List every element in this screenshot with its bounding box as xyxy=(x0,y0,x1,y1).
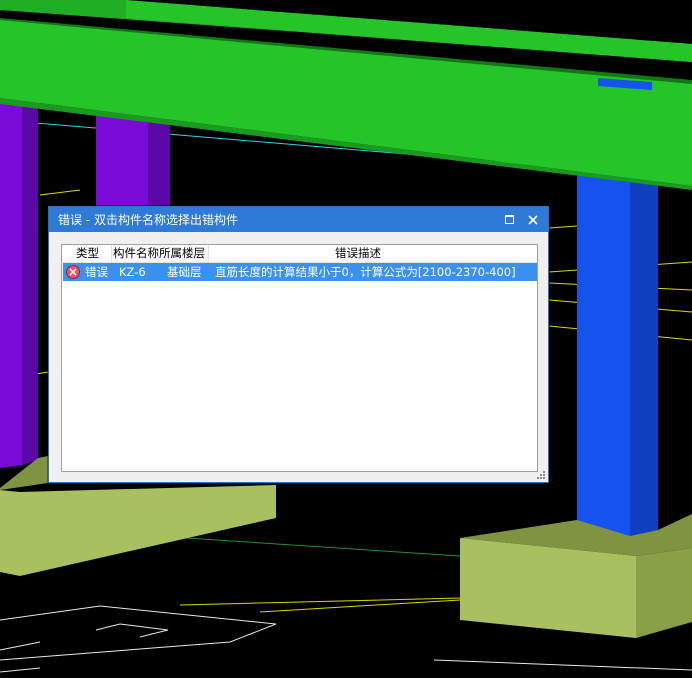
table-row[interactable]: 错误 KZ-6 基础层 直筋长度的计算结果小于0，计算公式为[2100-2370… xyxy=(63,263,537,281)
column-mid-side xyxy=(148,112,170,206)
footing-right-side xyxy=(636,548,692,638)
row-description: 直筋长度的计算结果小于0，计算公式为[2100-2370-400] xyxy=(215,265,516,279)
dialog-title: 错误 - 双击构件名称选择出错构件 xyxy=(58,213,238,227)
list-header: 类型 构件名称 所属楼层 错误描述 xyxy=(62,245,537,263)
row-type: 错误 xyxy=(85,265,108,279)
error-dialog: 错误 - 双击构件名称选择出错构件 类型 构件名称 所属楼层 错误描述 错误 K… xyxy=(48,206,549,483)
axis-line xyxy=(139,534,461,557)
maximize-icon xyxy=(504,215,514,224)
column-header-floor[interactable]: 所属楼层 xyxy=(159,245,209,262)
error-icon xyxy=(66,265,80,279)
dialog-titlebar[interactable]: 错误 - 双击构件名称选择出错构件 xyxy=(49,207,548,232)
maximize-button[interactable] xyxy=(496,207,522,232)
footing-left-front xyxy=(0,490,20,576)
column-left-side xyxy=(22,80,38,465)
column-left-face xyxy=(0,80,22,468)
close-icon xyxy=(528,214,538,225)
column-right-face xyxy=(577,170,630,536)
column-header-description[interactable]: 错误描述 xyxy=(209,245,537,262)
column-right-side xyxy=(630,172,658,536)
column-header-type[interactable]: 类型 xyxy=(62,245,112,262)
row-component-name[interactable]: KZ-6 xyxy=(119,265,167,279)
column-header-name[interactable]: 构件名称 xyxy=(112,245,159,262)
column-mid-face xyxy=(96,110,148,206)
footing-left-side xyxy=(20,485,276,576)
row-floor: 基础层 xyxy=(167,265,202,279)
close-button[interactable] xyxy=(520,207,546,232)
resize-grip-icon[interactable] xyxy=(537,471,546,480)
error-list[interactable]: 类型 构件名称 所属楼层 错误描述 错误 KZ-6 基础层 直筋长度的计算结果小… xyxy=(61,244,538,472)
